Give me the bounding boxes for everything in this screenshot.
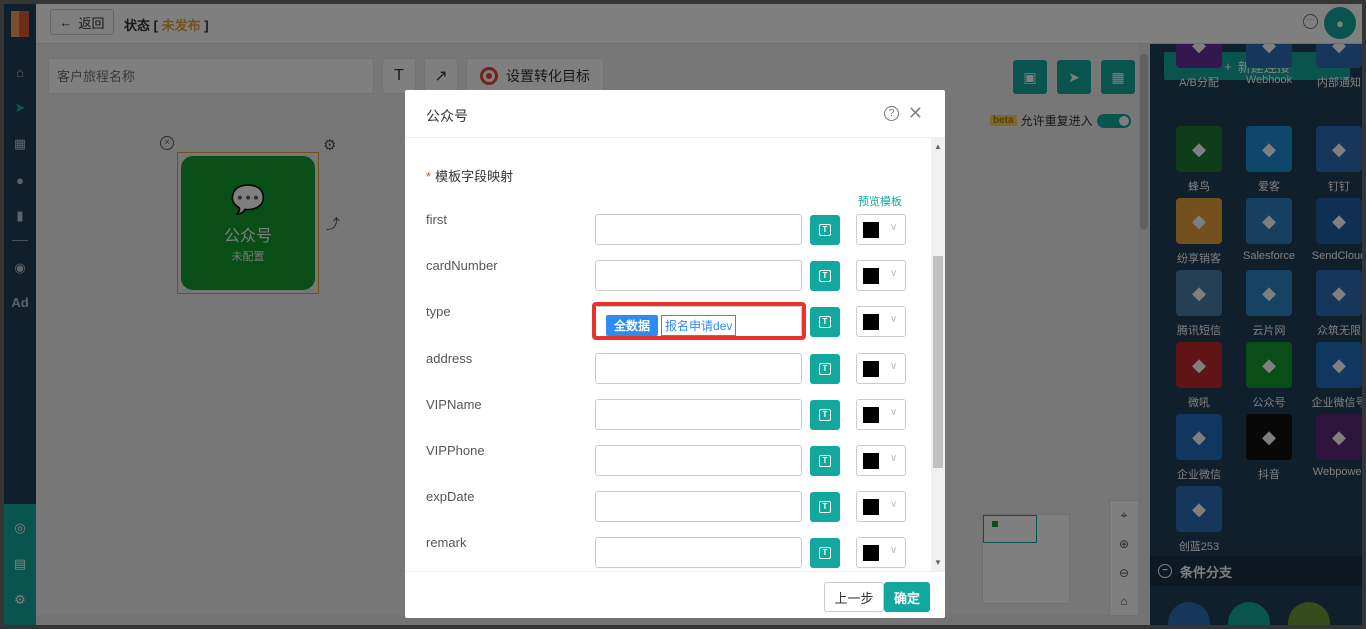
color-select[interactable]: ∨ bbox=[856, 491, 906, 522]
field-value-input[interactable]: 全数据 报名申请dev bbox=[595, 306, 802, 337]
insert-variable-button[interactable]: T bbox=[810, 492, 840, 522]
color-select[interactable]: ∨ bbox=[856, 260, 906, 291]
help-icon[interactable]: ? bbox=[884, 106, 899, 121]
text-variable-icon: T bbox=[819, 363, 831, 375]
text-variable-icon: T bbox=[819, 547, 831, 559]
color-swatch bbox=[863, 499, 879, 515]
field-label: type bbox=[426, 304, 451, 319]
field-row: remark T ∨ bbox=[405, 535, 945, 571]
insert-variable-button[interactable]: T bbox=[810, 215, 840, 245]
chevron-down-icon: ∨ bbox=[890, 314, 898, 325]
chevron-down-icon: ∨ bbox=[890, 268, 898, 279]
text-variable-icon: T bbox=[819, 501, 831, 513]
chevron-down-icon: ∨ bbox=[890, 407, 898, 418]
field-value-input[interactable] bbox=[595, 445, 802, 476]
field-row: VIPName T ∨ bbox=[405, 397, 945, 433]
color-select[interactable]: ∨ bbox=[856, 353, 906, 384]
field-label: first bbox=[426, 212, 447, 227]
color-swatch bbox=[863, 453, 879, 469]
insert-variable-button[interactable]: T bbox=[810, 538, 840, 568]
chevron-down-icon: ∨ bbox=[890, 361, 898, 372]
dialog-body: * 模板字段映射 预览模板 first T ∨ cardNumber T ∨ type 全数据报… bbox=[405, 138, 945, 571]
wechat-config-dialog: 公众号 ? ✕ * 模板字段映射 预览模板 first T ∨ cardNumber T ∨… bbox=[405, 90, 945, 618]
color-select[interactable]: ∨ bbox=[856, 214, 906, 245]
dialog-footer: 上一步 确定 bbox=[405, 571, 945, 618]
confirm-button[interactable]: 确定 bbox=[884, 582, 930, 612]
template-mapping-text: 模板字段映射 bbox=[435, 169, 514, 184]
field-value-input[interactable] bbox=[595, 491, 802, 522]
color-select[interactable]: ∨ bbox=[856, 445, 906, 476]
color-swatch bbox=[863, 545, 879, 561]
field-label: expDate bbox=[426, 489, 475, 504]
insert-variable-button[interactable]: T bbox=[810, 446, 840, 476]
prev-step-button[interactable]: 上一步 bbox=[824, 582, 884, 612]
field-row: first T ∨ bbox=[405, 212, 945, 248]
insert-variable-button[interactable]: T bbox=[810, 261, 840, 291]
insert-variable-button[interactable]: T bbox=[810, 400, 840, 430]
insert-variable-button[interactable]: T bbox=[810, 307, 840, 337]
field-value-input[interactable] bbox=[595, 353, 802, 384]
template-mapping-label: * 模板字段映射 bbox=[426, 166, 513, 185]
dialog-title: 公众号 bbox=[426, 108, 468, 124]
dialog-header: 公众号 ? ✕ bbox=[405, 90, 945, 138]
chevron-down-icon: ∨ bbox=[890, 222, 898, 233]
preview-template-link[interactable]: 预览模板 bbox=[858, 193, 902, 209]
data-value-tag[interactable]: 报名申请dev bbox=[661, 315, 737, 336]
field-label: VIPName bbox=[426, 397, 482, 412]
field-label: remark bbox=[426, 535, 467, 550]
field-label: cardNumber bbox=[426, 258, 498, 273]
insert-variable-button[interactable]: T bbox=[810, 354, 840, 384]
field-row: address T ∨ bbox=[405, 351, 945, 387]
field-label: VIPPhone bbox=[426, 443, 485, 458]
field-value-input[interactable] bbox=[595, 214, 802, 245]
type-value-tags: 全数据 报名申请dev bbox=[606, 315, 737, 336]
chevron-down-icon: ∨ bbox=[890, 453, 898, 464]
color-swatch bbox=[863, 361, 879, 377]
close-icon[interactable]: ✕ bbox=[908, 103, 923, 124]
text-variable-icon: T bbox=[819, 316, 831, 328]
chevron-down-icon: ∨ bbox=[890, 545, 898, 556]
color-select[interactable]: ∨ bbox=[856, 399, 906, 430]
scroll-up-icon[interactable]: ▲ bbox=[934, 142, 942, 151]
text-variable-icon: T bbox=[819, 409, 831, 421]
field-row: VIPPhone T ∨ bbox=[405, 443, 945, 479]
dialog-scroll-thumb[interactable] bbox=[933, 256, 943, 468]
field-value-input[interactable] bbox=[595, 399, 802, 430]
field-label: address bbox=[426, 351, 473, 366]
dialog-scrollbar[interactable]: ▲ ▼ bbox=[931, 138, 945, 571]
field-row: type 全数据 报名申请dev T ∨ bbox=[405, 304, 945, 340]
data-source-tag[interactable]: 全数据 bbox=[606, 315, 659, 336]
color-swatch bbox=[863, 222, 879, 238]
field-value-input[interactable] bbox=[595, 537, 802, 568]
color-swatch bbox=[863, 268, 879, 284]
text-variable-icon: T bbox=[819, 270, 831, 282]
required-mark: * bbox=[426, 169, 432, 184]
text-variable-icon: T bbox=[819, 455, 831, 467]
color-select[interactable]: ∨ bbox=[856, 537, 906, 568]
field-row: cardNumber T ∨ bbox=[405, 258, 945, 294]
chevron-down-icon: ∨ bbox=[890, 499, 898, 510]
field-row: expDate T ∨ bbox=[405, 489, 945, 525]
color-swatch bbox=[863, 314, 879, 330]
color-select[interactable]: ∨ bbox=[856, 306, 906, 337]
text-variable-icon: T bbox=[819, 224, 831, 236]
field-value-input[interactable] bbox=[595, 260, 802, 291]
color-swatch bbox=[863, 407, 879, 423]
scroll-down-icon[interactable]: ▼ bbox=[934, 558, 942, 567]
